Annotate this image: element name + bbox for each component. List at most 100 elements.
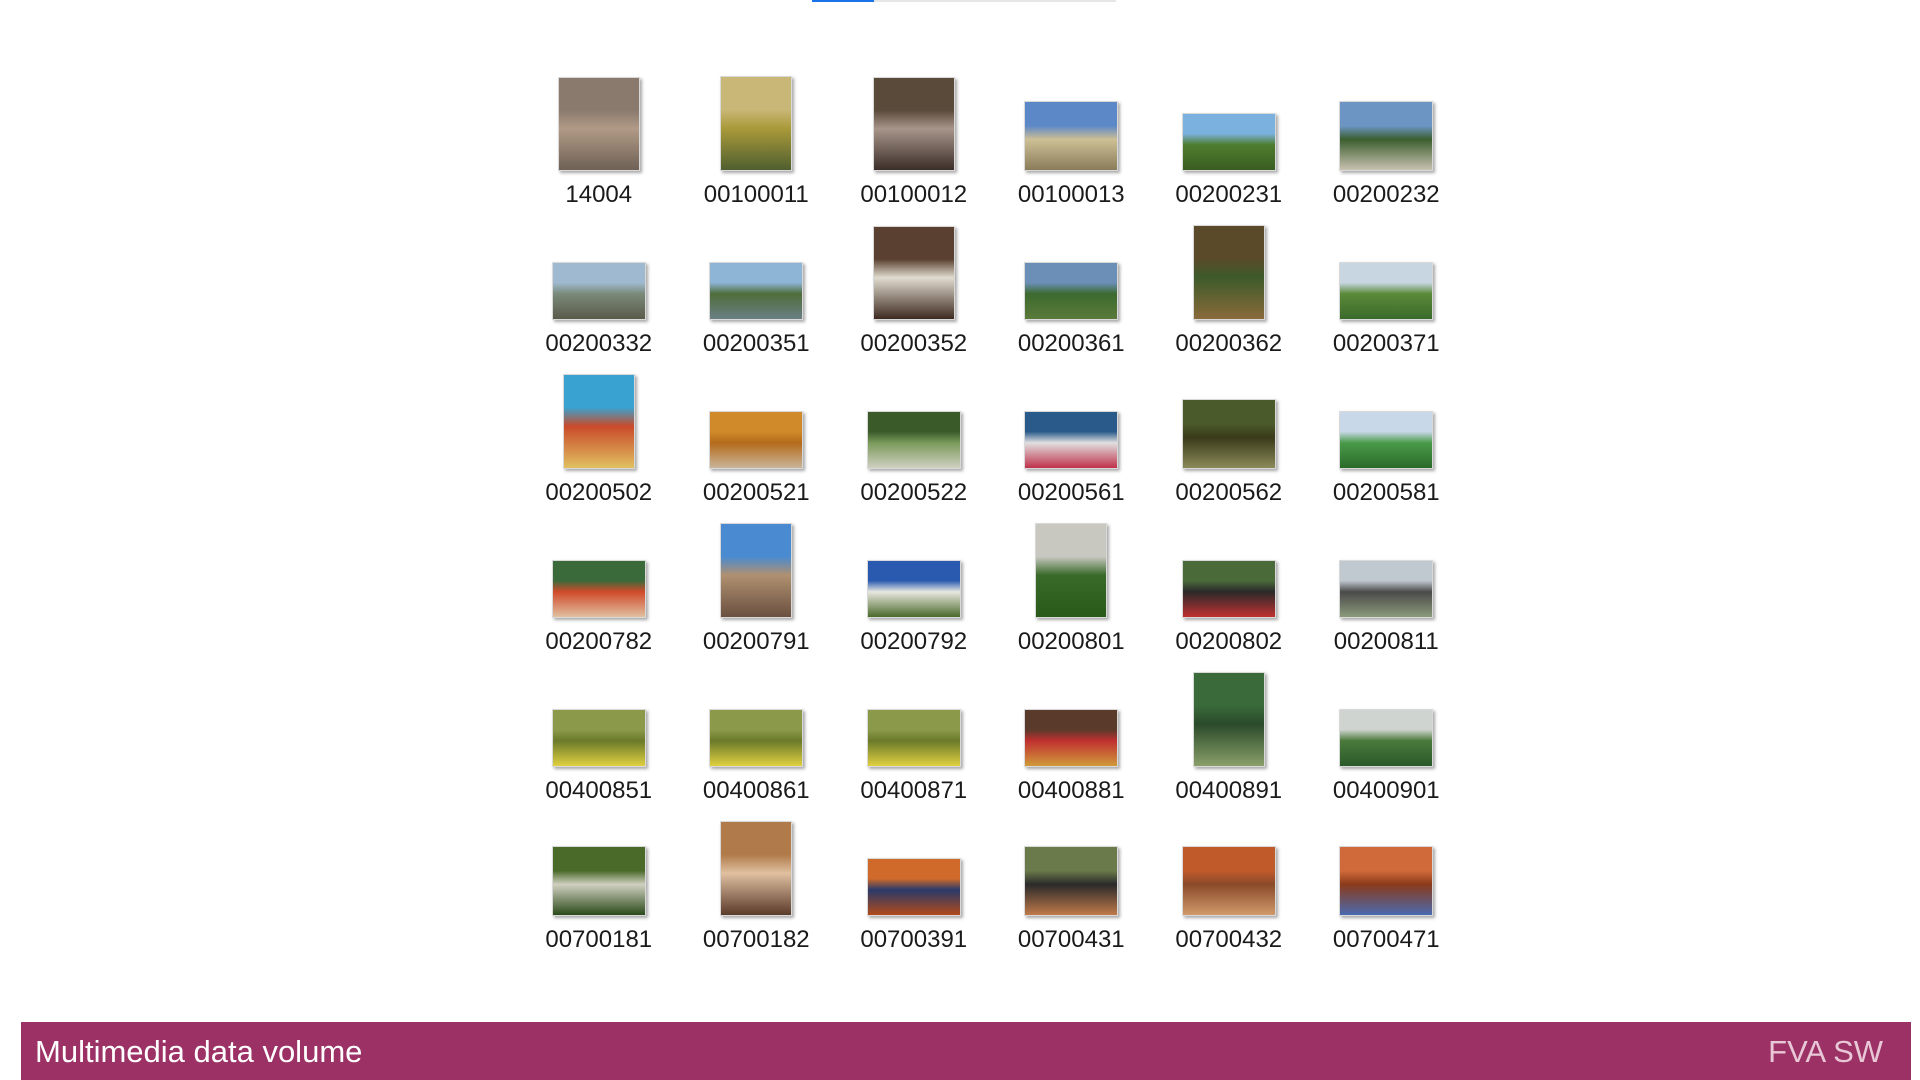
image-thumbnail[interactable] xyxy=(557,77,640,171)
file-name-label: 00200782 xyxy=(545,628,653,655)
image-thumbnail[interactable] xyxy=(720,523,793,618)
image-thumbnail[interactable] xyxy=(1024,411,1119,469)
image-thumbnail[interactable] xyxy=(551,709,646,767)
file-item[interactable]: 00200562 xyxy=(1150,358,1308,507)
image-thumbnail[interactable] xyxy=(551,560,646,618)
file-item[interactable]: 00200521 xyxy=(678,358,836,507)
thumbnail-container xyxy=(993,71,1151,171)
thumbnail-container xyxy=(835,369,993,469)
image-thumbnail[interactable] xyxy=(720,821,793,916)
file-name-label: 00400861 xyxy=(702,777,810,804)
thumbnail-container xyxy=(1150,667,1308,767)
file-item[interactable]: 00200352 xyxy=(835,209,993,358)
file-item[interactable]: 00400851 xyxy=(520,656,678,805)
file-item[interactable]: 00700431 xyxy=(993,805,1151,954)
image-thumbnail[interactable] xyxy=(1339,709,1434,767)
file-item[interactable]: 00100011 xyxy=(678,60,836,209)
file-item[interactable]: 00200232 xyxy=(1308,60,1466,209)
thumbnail-container xyxy=(993,220,1151,320)
image-thumbnail[interactable] xyxy=(872,77,955,171)
file-item[interactable]: 00400861 xyxy=(678,656,836,805)
footer-title: Multimedia data volume xyxy=(35,1034,363,1069)
image-thumbnail[interactable] xyxy=(562,374,635,469)
thumbnail-container xyxy=(993,369,1151,469)
file-item[interactable]: 00700182 xyxy=(678,805,836,954)
image-thumbnail[interactable] xyxy=(1024,846,1119,916)
file-item[interactable]: 00700391 xyxy=(835,805,993,954)
image-thumbnail[interactable] xyxy=(1192,672,1265,767)
thumbnail-container xyxy=(835,816,993,916)
file-name-label: 00200332 xyxy=(545,330,653,357)
file-item[interactable]: 00200791 xyxy=(678,507,836,656)
file-item[interactable]: 00200351 xyxy=(678,209,836,358)
image-thumbnail[interactable] xyxy=(551,262,646,320)
file-name-label: 00700431 xyxy=(1017,926,1125,953)
file-item[interactable]: 00200361 xyxy=(993,209,1151,358)
image-thumbnail[interactable] xyxy=(1024,709,1119,767)
file-item[interactable]: 00200362 xyxy=(1150,209,1308,358)
file-item[interactable]: 00200782 xyxy=(520,507,678,656)
image-thumbnail[interactable] xyxy=(709,262,804,320)
file-name-label: 00200802 xyxy=(1175,628,1283,655)
tab-indicator-active[interactable] xyxy=(812,0,874,2)
image-thumbnail[interactable] xyxy=(1181,846,1276,916)
thumbnail-container xyxy=(1150,71,1308,171)
file-item[interactable]: 00100013 xyxy=(993,60,1151,209)
file-name-label: 00400901 xyxy=(1332,777,1440,804)
image-thumbnail[interactable] xyxy=(1339,560,1434,618)
file-item[interactable]: 00700471 xyxy=(1308,805,1466,954)
image-thumbnail[interactable] xyxy=(1181,399,1276,469)
file-item[interactable]: 00700181 xyxy=(520,805,678,954)
file-item[interactable]: 00200801 xyxy=(993,507,1151,656)
image-thumbnail[interactable] xyxy=(1339,411,1434,469)
file-item[interactable]: 00400871 xyxy=(835,656,993,805)
thumbnail-container xyxy=(678,71,836,171)
file-item[interactable]: 00200561 xyxy=(993,358,1151,507)
file-grid: 14004 00100011 00100012 00100013 00200231 002… xyxy=(520,60,1465,954)
file-name-label: 00100013 xyxy=(1017,181,1125,208)
file-name-label: 00200361 xyxy=(1017,330,1125,357)
image-thumbnail[interactable] xyxy=(1192,225,1265,320)
image-thumbnail[interactable] xyxy=(866,709,961,767)
file-item[interactable]: 00200522 xyxy=(835,358,993,507)
image-thumbnail[interactable] xyxy=(866,858,961,916)
file-item[interactable]: 00700432 xyxy=(1150,805,1308,954)
image-thumbnail[interactable] xyxy=(1035,523,1108,618)
image-thumbnail[interactable] xyxy=(720,76,793,171)
file-name-label: 00200362 xyxy=(1175,330,1283,357)
file-item[interactable]: 00200332 xyxy=(520,209,678,358)
thumbnail-container xyxy=(993,667,1151,767)
image-thumbnail[interactable] xyxy=(872,226,955,320)
image-thumbnail[interactable] xyxy=(1339,101,1434,171)
image-thumbnail[interactable] xyxy=(1339,846,1434,916)
file-item[interactable]: 00200231 xyxy=(1150,60,1308,209)
image-thumbnail[interactable] xyxy=(1339,262,1434,320)
file-item[interactable]: 00200371 xyxy=(1308,209,1466,358)
file-item[interactable]: 00400881 xyxy=(993,656,1151,805)
thumbnail-container xyxy=(678,816,836,916)
image-thumbnail[interactable] xyxy=(709,709,804,767)
image-thumbnail[interactable] xyxy=(1024,101,1119,171)
file-name-label: 00200232 xyxy=(1332,181,1440,208)
file-item[interactable]: 00400901 xyxy=(1308,656,1466,805)
file-name-label: 00100011 xyxy=(703,181,809,208)
file-name-label: 00200792 xyxy=(860,628,968,655)
image-thumbnail[interactable] xyxy=(551,846,646,916)
file-item[interactable]: 00200811 xyxy=(1308,507,1466,656)
file-item[interactable]: 00200792 xyxy=(835,507,993,656)
image-thumbnail[interactable] xyxy=(866,560,961,618)
file-item[interactable]: 14004 xyxy=(520,60,678,209)
file-item[interactable]: 00400891 xyxy=(1150,656,1308,805)
image-thumbnail[interactable] xyxy=(1181,560,1276,618)
image-thumbnail[interactable] xyxy=(709,411,804,469)
image-thumbnail[interactable] xyxy=(866,411,961,469)
thumbnail-container xyxy=(678,369,836,469)
file-item[interactable]: 00100012 xyxy=(835,60,993,209)
image-thumbnail[interactable] xyxy=(1181,113,1276,171)
file-name-label: 00400891 xyxy=(1175,777,1283,804)
file-item[interactable]: 00200581 xyxy=(1308,358,1466,507)
thumbnail-container xyxy=(520,816,678,916)
file-item[interactable]: 00200802 xyxy=(1150,507,1308,656)
image-thumbnail[interactable] xyxy=(1024,262,1119,320)
file-item[interactable]: 00200502 xyxy=(520,358,678,507)
